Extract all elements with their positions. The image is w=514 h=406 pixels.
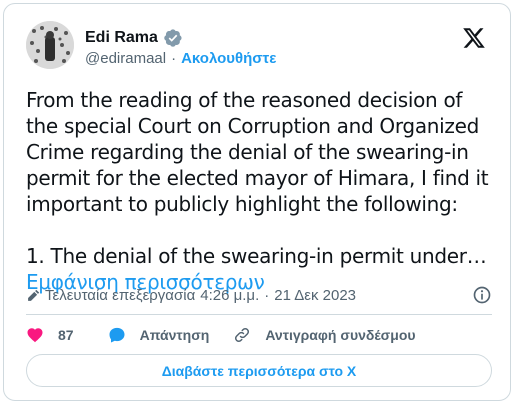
follow-button[interactable]: Ακολουθήστε: [181, 50, 276, 67]
x-logo-icon[interactable]: [462, 26, 486, 50]
author-name-row: Edi Rama: [85, 28, 183, 48]
copy-link-label: Αντιγραφή συνδέσμου: [265, 327, 416, 343]
verified-badge-icon: [164, 29, 182, 47]
like-button[interactable]: 87: [26, 326, 108, 344]
read-more-button[interactable]: Διαβάστε περισσότερα στο X: [26, 354, 492, 387]
reply-label: Απάντηση: [139, 327, 210, 343]
author-name[interactable]: Edi Rama: [85, 29, 158, 47]
tweet-meta: Τελευταία επεξεργασία 4:26 μ.μ. · 21 Δεκ…: [26, 285, 492, 305]
divider: [26, 314, 492, 315]
pencil-icon: [28, 289, 40, 301]
read-more-label: Διαβάστε περισσότερα στο X: [161, 362, 357, 379]
info-icon[interactable]: [472, 285, 492, 305]
avatar-image: [26, 21, 74, 69]
tweet-date[interactable]: 21 Δεκ 2023: [274, 287, 356, 304]
copy-link-button[interactable]: Αντιγραφή συνδέσμου: [233, 326, 416, 344]
handle-row: @ediramaal · Ακολουθήστε: [85, 50, 276, 67]
reply-bubble-icon: [109, 327, 125, 343]
reply-button[interactable]: Απάντηση: [108, 326, 210, 344]
meta-separator: ·: [264, 287, 270, 304]
handle-separator: ·: [171, 50, 177, 67]
tweet-paragraph-1: From the reading of the reasoned decisio…: [26, 88, 489, 216]
avatar[interactable]: [26, 21, 74, 69]
author-handle[interactable]: @ediramaal: [85, 50, 166, 67]
heart-icon: [27, 328, 43, 343]
tweet-time[interactable]: 4:26 μ.μ.: [200, 287, 259, 304]
link-icon: [235, 327, 250, 343]
action-bar: 87 Απάντηση Αντιγραφή συνδέσμου: [26, 326, 416, 344]
tweet-paragraph-2-text: 1. The denial of the swearing-in permit …: [26, 244, 487, 268]
embedded-tweet-card: Edi Rama @ediramaal · Ακολουθήστε From t…: [3, 3, 511, 401]
tweet-text: From the reading of the reasoned decisio…: [26, 87, 496, 295]
like-count: 87: [58, 327, 74, 343]
edited-label[interactable]: Τελευταία επεξεργασία: [45, 287, 195, 304]
